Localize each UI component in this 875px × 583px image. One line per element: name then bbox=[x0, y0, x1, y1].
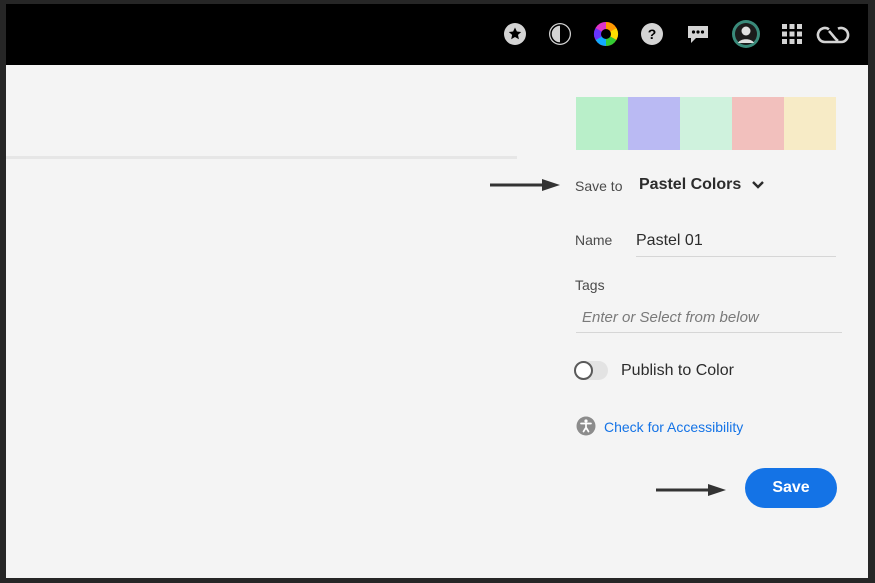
help-icon[interactable]: ? bbox=[639, 21, 665, 47]
save-button[interactable]: Save bbox=[745, 468, 837, 508]
avatar[interactable] bbox=[730, 18, 762, 50]
color-swatch-1[interactable] bbox=[576, 97, 628, 150]
apps-grid-icon[interactable] bbox=[779, 21, 805, 47]
svg-text:?: ? bbox=[648, 26, 657, 42]
color-palette bbox=[576, 97, 836, 150]
tags-input[interactable] bbox=[576, 302, 842, 333]
contrast-icon[interactable] bbox=[547, 21, 573, 47]
content-divider bbox=[6, 156, 517, 159]
save-to-value: Pastel Colors bbox=[639, 176, 742, 193]
name-label: Name bbox=[575, 232, 613, 248]
app-window: ? Save to Pastel Colors Name Pastel 01 T… bbox=[6, 4, 868, 578]
tags-label: Tags bbox=[575, 277, 605, 293]
annotation-arrow bbox=[656, 484, 726, 496]
chat-icon[interactable] bbox=[685, 21, 711, 47]
star-icon[interactable] bbox=[502, 21, 528, 47]
color-swatch-4[interactable] bbox=[732, 97, 784, 150]
color-swatch-3[interactable] bbox=[680, 97, 732, 150]
publish-toggle[interactable] bbox=[574, 361, 608, 380]
name-field[interactable] bbox=[636, 226, 836, 257]
check-accessibility-link[interactable]: Check for Accessibility bbox=[604, 419, 743, 435]
chevron-down-icon bbox=[752, 181, 765, 189]
toggle-knob bbox=[574, 361, 593, 380]
annotation-arrow bbox=[490, 179, 560, 191]
top-bar: ? bbox=[6, 4, 868, 65]
color-swatch-2[interactable] bbox=[628, 97, 680, 150]
save-to-label: Save to bbox=[575, 178, 623, 194]
color-swatch-5[interactable] bbox=[784, 97, 836, 150]
publish-label: Publish to Color bbox=[621, 362, 734, 379]
save-to-dropdown[interactable]: Pastel Colors bbox=[639, 176, 765, 194]
creative-cloud-icon[interactable] bbox=[816, 21, 850, 47]
accessibility-icon bbox=[576, 416, 596, 436]
color-wheel-icon[interactable] bbox=[593, 21, 619, 47]
